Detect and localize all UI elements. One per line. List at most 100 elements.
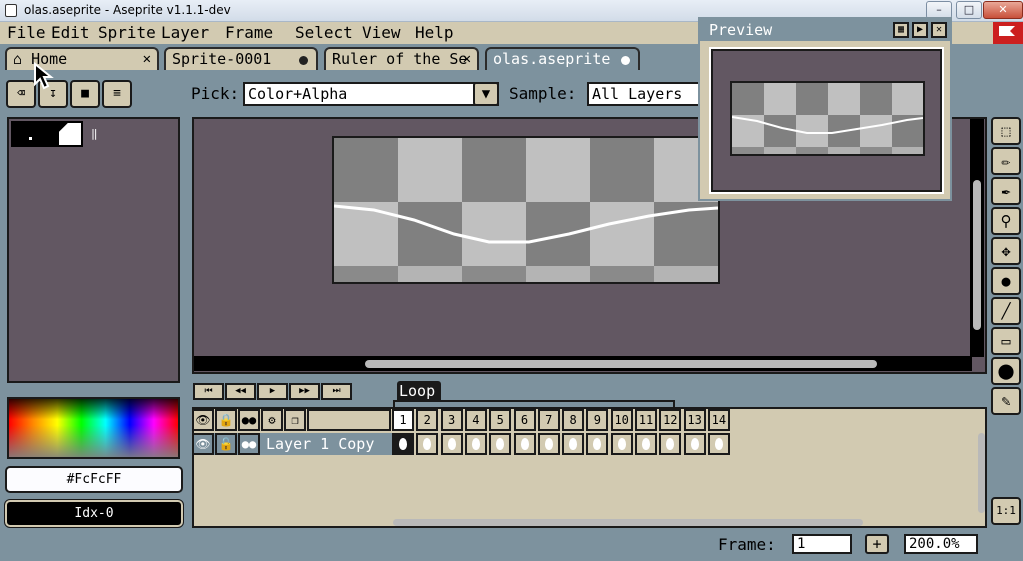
cel-frame-11[interactable] [635,433,657,455]
frame-number-9[interactable]: 9 [586,409,609,431]
tab-home[interactable]: ⌂ Home ✕ [5,47,159,72]
menu-view[interactable]: View [362,22,401,44]
frame-input[interactable]: 1 [792,534,852,554]
eraser-icon[interactable]: ⌫ [6,80,36,108]
cel-frame-13[interactable] [683,433,706,455]
chevron-down-icon[interactable]: ▼ [473,82,499,106]
foreground-color-button[interactable]: #FcFcFF [5,466,183,493]
zoom-1-1-button[interactable]: 1:1 [991,497,1021,525]
play-animation-icon[interactable]: ▶ [257,383,288,400]
layer-visibility-eye-icon[interactable]: 👁 [192,433,214,455]
timeline-vertical-scrollbar[interactable] [978,433,985,513]
layer-lock-icon[interactable]: 🔓 [215,433,237,455]
cel-frame-5[interactable] [489,433,512,455]
cel-frame-9[interactable] [586,433,609,455]
gear-icon[interactable]: ⚙ [261,409,283,431]
tab-olas-aseprite[interactable]: olas.aseprite [485,47,640,72]
pick-select[interactable]: Color+Alpha ▼ [243,82,499,106]
palette-panel[interactable]: ‖ [7,117,180,383]
canvas-artwork [334,138,718,282]
frame-number-2[interactable]: 2 [416,409,439,431]
cel-frame-7[interactable] [537,433,560,455]
onion-skin-icon[interactable]: ❐ [284,409,306,431]
tab-close-icon[interactable]: ✕ [463,49,471,70]
sample-select[interactable]: All Layers [587,82,702,106]
frame-number-10[interactable]: 10 [610,409,633,431]
menu-select[interactable]: Select [295,22,353,44]
lock-icon[interactable]: 🔒 [215,409,237,431]
tab-label: Ruler of the Se [332,50,468,68]
frame-number-3[interactable]: 3 [440,409,463,431]
frame-number-13[interactable]: 13 [683,409,706,431]
editor-vertical-scrollbar[interactable] [973,180,981,330]
tab-sprite-0001[interactable]: Sprite-0001 [164,47,318,72]
cel-frame-8[interactable] [562,433,585,455]
paint-bucket-icon[interactable]: ● [991,267,1021,295]
frame-number-8[interactable]: 8 [562,409,585,431]
tab-label: Sprite-0001 [172,50,272,68]
layer-name[interactable]: Layer 1 Copy [266,435,374,453]
maximize-button[interactable]: □ [956,1,982,19]
cel-frame-4[interactable] [464,433,487,455]
frame-tag-loop[interactable]: Loop [397,381,441,401]
color-spectrum-shade [9,399,178,457]
zoom-icon[interactable]: ⚲ [991,207,1021,235]
frame-number-14[interactable]: 14 [707,409,730,431]
new-frame-button[interactable]: + [865,534,889,554]
frame-number-11[interactable]: 11 [635,409,657,431]
menu-frame[interactable]: Frame [225,22,273,44]
frame-number-4[interactable]: 4 [464,409,487,431]
rectangular-marquee-icon[interactable]: ⬚ [991,117,1021,145]
menu-sprite[interactable]: Sprite [98,22,156,44]
rectangle-icon[interactable]: ▭ [991,327,1021,355]
cel-frame-2[interactable] [416,433,439,455]
previous-frame-icon[interactable]: ◀◀ [225,383,256,400]
frame-number-1[interactable]: 1 [392,409,414,431]
editor-horizontal-scrollbar[interactable] [365,360,877,368]
menu-file[interactable]: File [7,22,46,44]
timeline-horizontal-scrollbar[interactable] [393,519,863,526]
last-frame-icon[interactable]: ⏭ [321,383,352,400]
frame-number-5[interactable]: 5 [489,409,512,431]
frame-number-12[interactable]: 12 [659,409,682,431]
tab-ruler-of-the-se[interactable]: Ruler of the Se ✕ [324,47,479,72]
layer-continuous-icon[interactable]: ●● [238,433,260,455]
sprite-canvas[interactable] [332,136,720,284]
news-flag-button[interactable] [993,22,1023,44]
spray-icon[interactable]: ✎ [991,387,1021,415]
menu-layer[interactable]: Layer [161,22,209,44]
continuous-icon[interactable]: ●● [238,409,260,431]
move-icon[interactable]: ✥ [991,237,1021,265]
play-icon[interactable]: ▶ [912,22,928,38]
first-frame-icon[interactable]: ⏮ [193,383,224,400]
menu-edit[interactable]: Edit [51,22,90,44]
menu-lines-icon[interactable]: ≡ [102,80,132,108]
next-frame-icon[interactable]: ▶▶ [289,383,320,400]
palette-marker [29,137,32,140]
close-window-button[interactable]: ✕ [983,1,1023,19]
folder-icon[interactable]: ■ [70,80,100,108]
modified-dot-icon [299,56,308,65]
cel-frame-6[interactable] [513,433,536,455]
frame-number-6[interactable]: 6 [513,409,536,431]
background-color-button[interactable]: Idx-0 [4,499,184,528]
eyedropper-icon[interactable]: ✒ [991,177,1021,205]
cel-frame-12[interactable] [659,433,682,455]
cel-frame-10[interactable] [610,433,633,455]
preview-window[interactable]: Preview ▦ ▶ ✕ [698,17,952,201]
zoom-input[interactable]: 200.0% [904,534,978,554]
cel-frame-1[interactable] [392,433,414,455]
tab-close-icon[interactable]: ✕ [143,49,151,70]
line-icon[interactable]: ╱ [991,297,1021,325]
home-icon: ⌂ [13,50,23,68]
pencil-icon[interactable]: ✏ [991,147,1021,175]
cel-frame-3[interactable] [440,433,463,455]
close-icon[interactable]: ✕ [931,22,947,38]
palette-handle-icon[interactable]: ‖ [91,127,98,140]
frame-number-7[interactable]: 7 [537,409,560,431]
preview-mode-icon[interactable]: ▦ [893,22,909,38]
menu-help[interactable]: Help [415,22,454,44]
blur-icon[interactable]: ⬤ [991,357,1021,385]
visibility-eye-icon[interactable]: 👁 [192,409,214,431]
cel-frame-14[interactable] [707,433,730,455]
